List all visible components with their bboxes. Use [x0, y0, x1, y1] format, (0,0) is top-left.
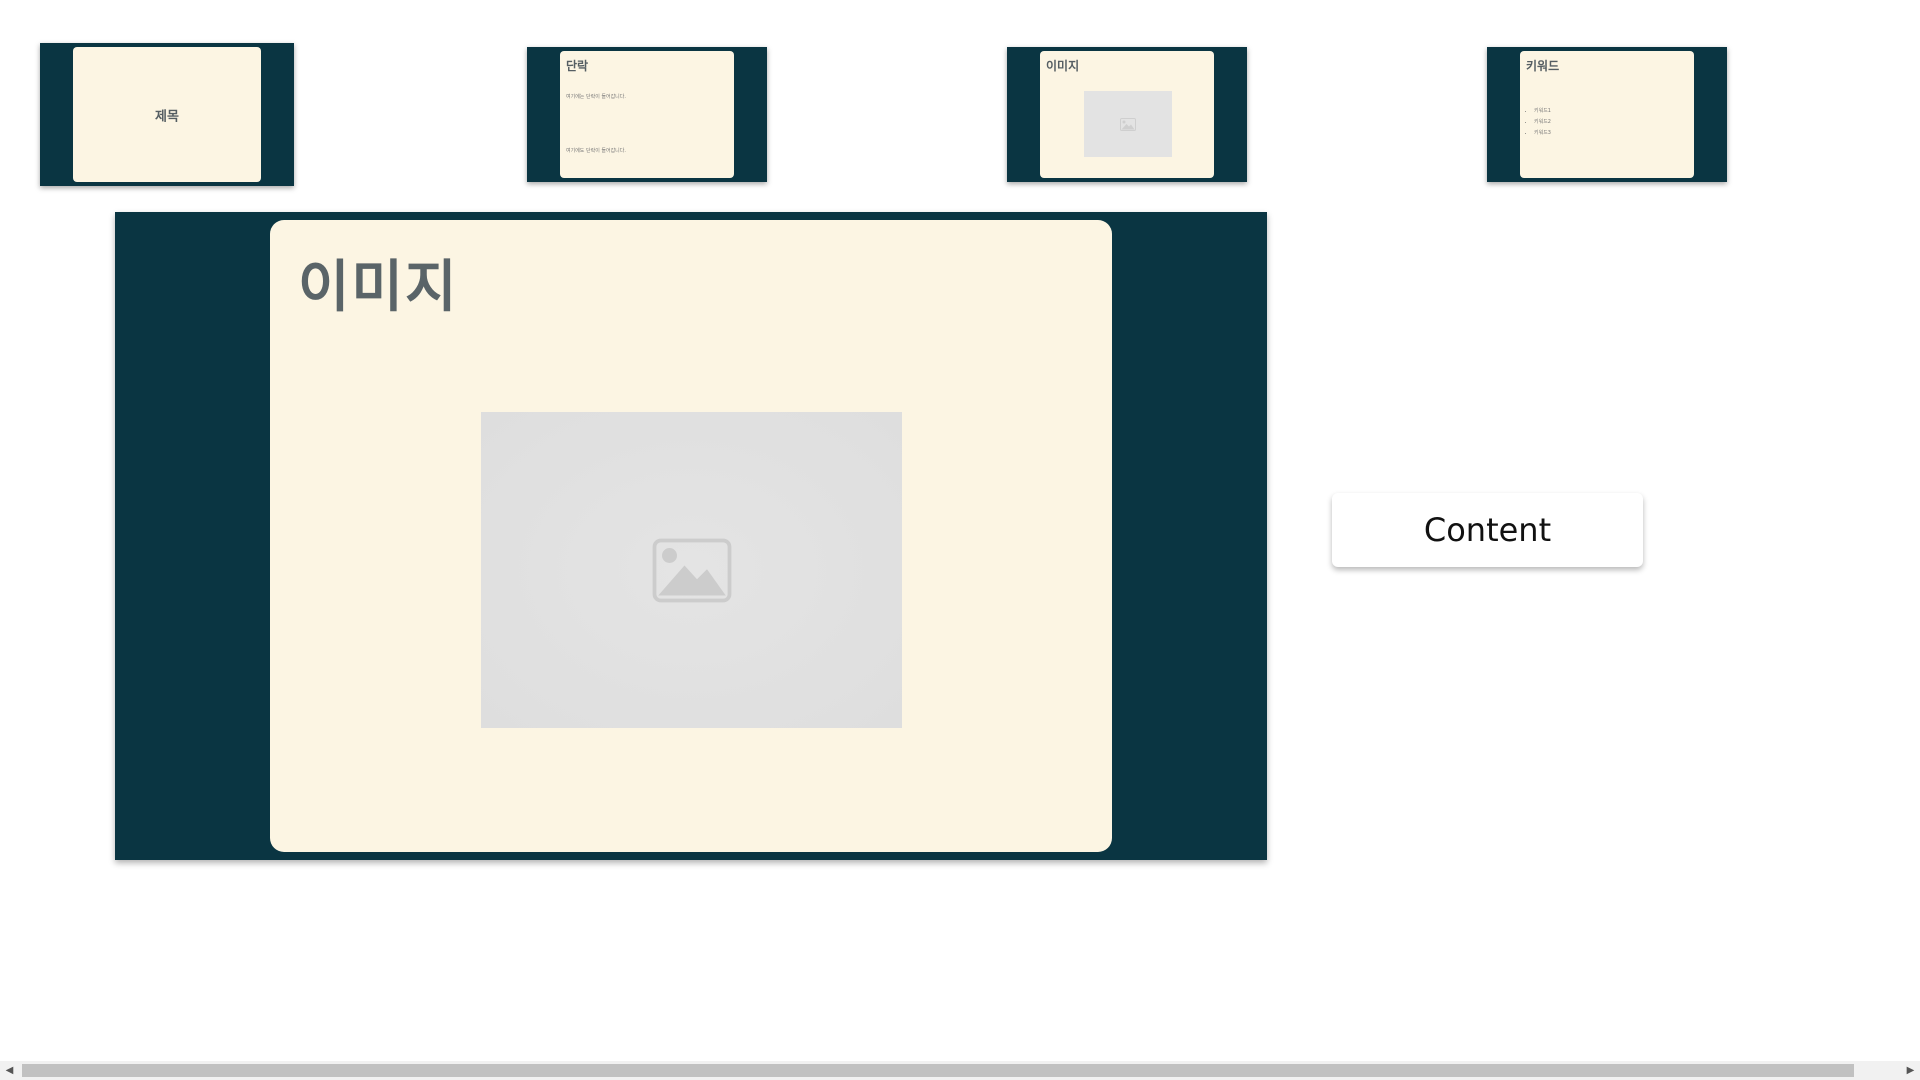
- image-placeholder-icon: [1120, 117, 1136, 131]
- scrollbar-thumb[interactable]: [22, 1064, 1854, 1077]
- keyword-item: 키워드3: [1534, 128, 1551, 139]
- slide-thumbnail-1[interactable]: 제목: [40, 43, 294, 186]
- slide-thumbnail-3[interactable]: 이미지: [1007, 47, 1247, 182]
- image-placeholder-icon: [652, 538, 731, 602]
- slide-thumbnail-2[interactable]: 단락 여기에는 단락이 들어갑니다. 여기에도 단락이 들어갑니다.: [527, 47, 767, 182]
- content-button[interactable]: Content: [1332, 493, 1643, 567]
- slide-thumbnail-title: 이미지: [1046, 59, 1080, 73]
- keyword-item: 키워드2: [1534, 117, 1551, 128]
- slide-thumbnail-card: 단락 여기에는 단락이 들어갑니다. 여기에도 단락이 들어갑니다.: [560, 51, 734, 178]
- slide-thumbnail-card: 제목: [73, 47, 261, 182]
- arrow-right-icon[interactable]: ▶: [1901, 1061, 1920, 1080]
- current-slide-card: 이미지: [270, 220, 1112, 852]
- slide-thumbnail-card: 이미지: [1040, 51, 1214, 178]
- slide-thumbnail-title: 키워드: [1526, 59, 1560, 73]
- slide-thumbnail-title: 제목: [155, 109, 179, 124]
- image-placeholder: [481, 412, 902, 728]
- slide-thumbnail-title: 단락: [566, 59, 589, 73]
- keyword-item: 키워드1: [1534, 106, 1551, 117]
- slide-thumbnail-4[interactable]: 키워드 키워드1 키워드2 키워드3: [1487, 47, 1727, 182]
- slide-thumbnail-paragraph: 여기에도 단락이 들어갑니다.: [566, 148, 626, 154]
- slide-thumbnail-paragraph: 여기에는 단락이 들어갑니다.: [566, 94, 626, 100]
- keyword-list: 키워드1 키워드2 키워드3: [1526, 106, 1551, 139]
- slide-thumbnail-card: 키워드 키워드1 키워드2 키워드3: [1520, 51, 1694, 178]
- horizontal-scrollbar[interactable]: ◀ ▶: [0, 1061, 1920, 1080]
- current-slide-title: 이미지: [298, 255, 459, 320]
- arrow-left-icon[interactable]: ◀: [0, 1061, 19, 1080]
- current-slide: 이미지: [115, 212, 1267, 860]
- image-placeholder: [1084, 91, 1172, 157]
